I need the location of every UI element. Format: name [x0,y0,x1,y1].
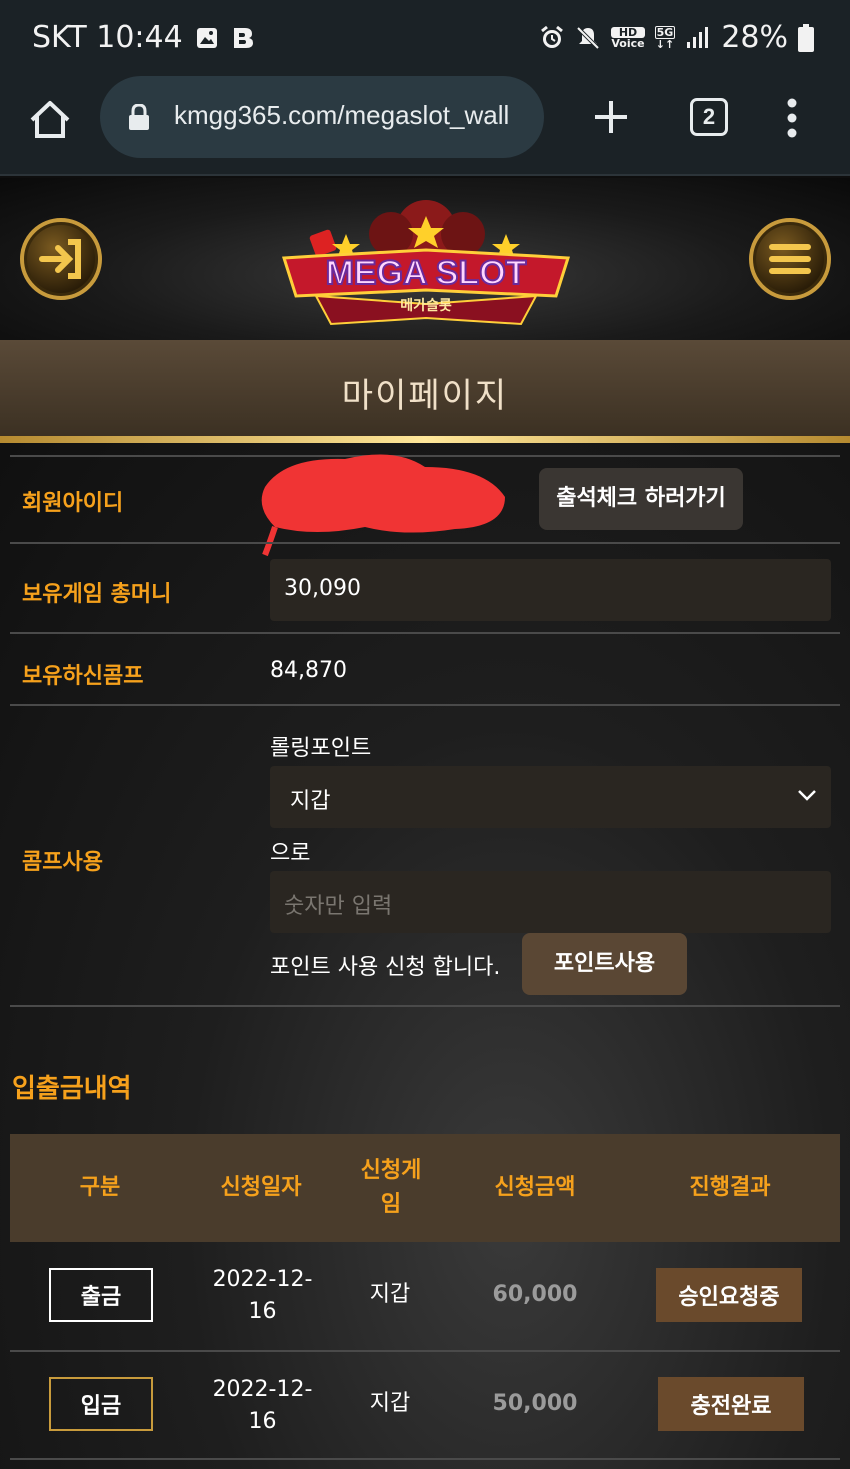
new-tab-icon[interactable] [592,98,630,136]
table-row-divider [10,1350,840,1352]
row-divider [10,1005,840,1007]
use-point-button[interactable]: 포인트사용 [522,933,687,995]
redaction-mark [261,454,505,557]
status-badge: 승인요청중 [656,1268,802,1322]
type-badge-deposit: 입금 [49,1377,153,1431]
battery-percent: 28% [721,20,788,55]
5g-icon: 5G ↓↑ [654,25,676,51]
game-money-value: 30,090 [284,576,361,601]
status-badge: 충전완료 [658,1377,804,1431]
page-title: 마이페이지 [341,376,509,416]
lock-icon [129,104,149,130]
comp-label: 보유하신콤프 [22,664,144,689]
type-badge-withdraw: 출금 [49,1268,153,1322]
gallery-icon [196,27,217,48]
row-divider [10,632,840,634]
hamburger-icon [769,244,811,274]
header-status: 진행결과 [689,1175,771,1200]
b-app-icon [233,27,253,48]
alarm-icon [541,25,564,48]
row-divider [10,704,840,706]
address-bar[interactable]: kmgg365.com/megaslot_wall [100,76,544,158]
status-bar: SKT 10:44 HD Voice 5G ↓↑ 28% [0,0,850,76]
row-date: 2022-12- 16 [212,1267,313,1324]
carrier-time: SKT 10:44 [32,20,183,55]
comp-use-label: 콤프사용 [22,850,103,875]
point-amount-input[interactable]: 숫자만 입력 [270,871,831,933]
url-text[interactable]: kmgg365.com/megaslot_wall [174,100,509,131]
title-divider [0,436,850,443]
point-amount-placeholder: 숫자만 입력 [284,894,393,919]
megaslot-logo[interactable]: MEGA SLOT 메가슬롯 [276,186,576,334]
mute-icon [576,26,600,49]
header-game: 신청게 임 [360,1158,422,1217]
row-date: 2022-12- 16 [212,1377,313,1434]
rolling-point-label: 롤링포인트 [270,736,372,761]
row-amount: 60,000 [492,1282,578,1307]
comp-value: 84,870 [270,658,347,683]
signal-icon [687,26,709,48]
row-game: 지갑 [369,1282,411,1307]
login-button[interactable] [20,218,102,300]
home-icon[interactable] [26,96,74,144]
site-header: MEGA SLOT 메가슬롯 [0,178,850,340]
history-title: 입출금내역 [12,1074,132,1104]
header-type: 구분 [79,1175,121,1200]
game-money-label: 보유게임 총머니 [22,582,172,607]
header-date: 신청일자 [220,1175,302,1200]
tab-switcher-button[interactable]: 2 [690,98,728,136]
apply-text: 포인트 사용 신청 합니다. [270,955,501,980]
hamburger-menu-button[interactable] [749,218,831,300]
row-amount: 50,000 [492,1391,578,1416]
page-title-band: 마이페이지 [0,340,850,438]
to-label: 으로 [270,841,311,866]
header-amount: 신청금액 [494,1175,576,1200]
game-money-field: 30,090 [270,559,831,621]
attendance-check-button[interactable]: 출석체크 하러가기 [539,468,743,530]
chevron-down-icon [798,790,816,801]
row-divider [10,542,840,544]
logo-text: MEGA SLOT [326,254,527,292]
more-menu-icon[interactable] [786,98,798,138]
member-id-label: 회원아이디 [22,491,124,516]
history-table-header: 구분 신청일자 신청게 임 신청금액 진행결과 [10,1134,840,1242]
row-game: 지갑 [369,1391,411,1416]
login-arrow-icon [39,239,81,279]
battery-icon [798,23,814,52]
table-row-divider [10,1458,840,1460]
browser-toolbar: kmgg365.com/megaslot_wall 2 [0,76,850,176]
hd-voice-icon: HD Voice [611,25,645,50]
logo-subtext: 메가슬롯 [400,298,452,314]
wallet-select[interactable]: 지갑 [270,766,831,828]
wallet-select-value: 지갑 [290,789,331,814]
